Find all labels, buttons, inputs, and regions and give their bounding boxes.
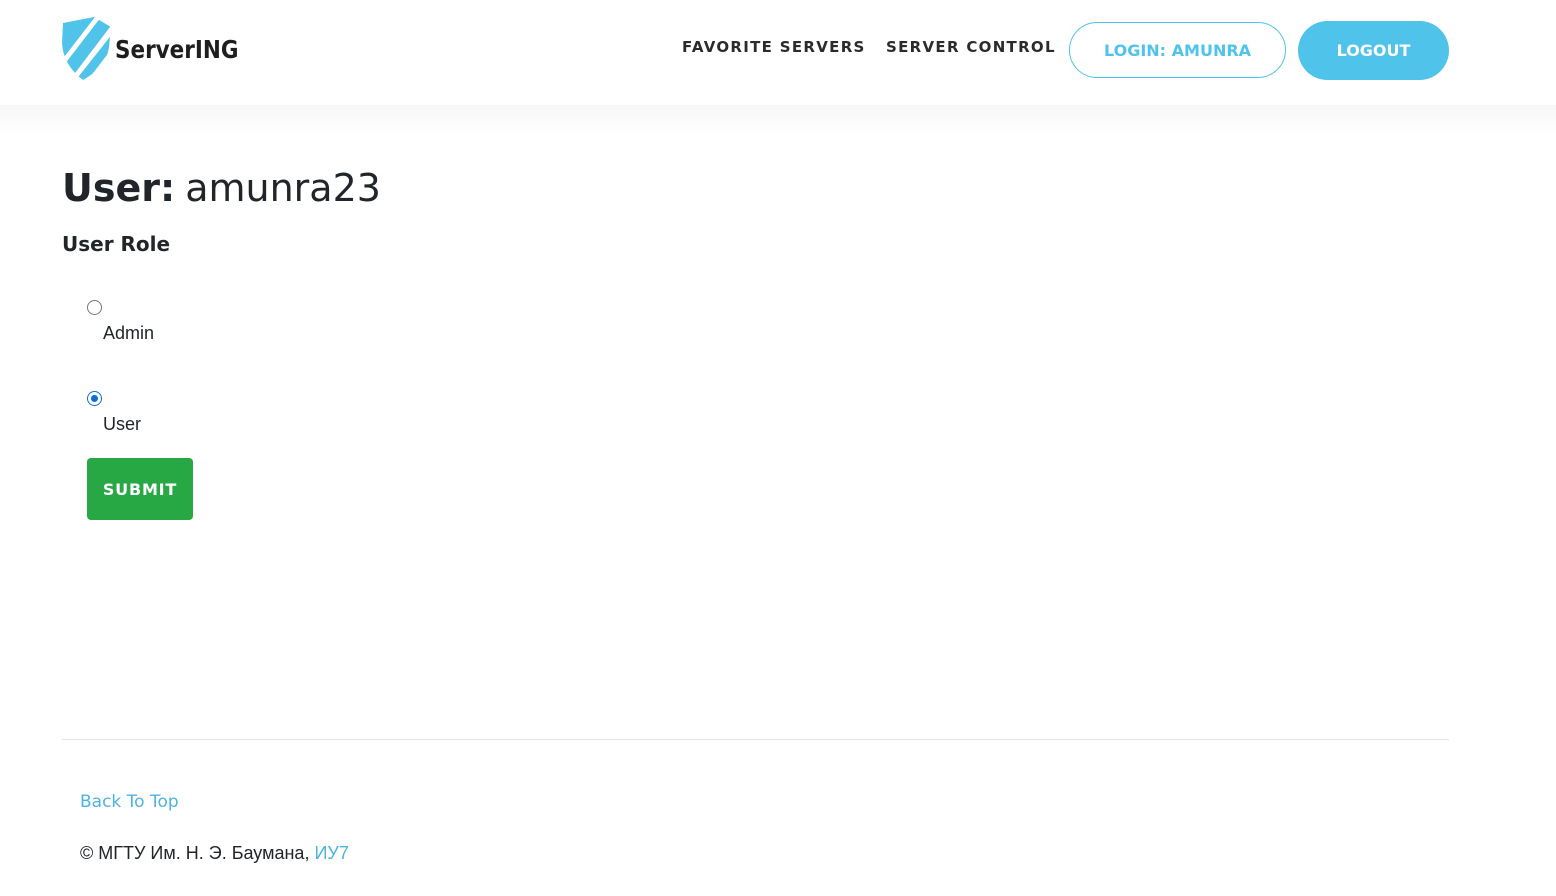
user-role-label: User (103, 414, 142, 434)
admin-role-radio[interactable] (87, 300, 102, 315)
site-header: ServerING FAVORITE SERVERS SERVER CONTRO… (0, 0, 1556, 105)
submit-button[interactable]: SUBMIT (87, 458, 193, 520)
user-role-heading: User Role (62, 232, 171, 256)
shield-icon (62, 17, 111, 80)
back-to-top-link[interactable]: Back To Top (80, 792, 179, 812)
nav-favorite-servers[interactable]: FAVORITE SERVERS (682, 38, 866, 56)
login-button[interactable]: LOGIN: AMUNRA (1069, 22, 1286, 78)
nav-server-control[interactable]: SERVER CONTROL (886, 38, 1056, 56)
footer-divider (62, 739, 1449, 740)
header-shadow (0, 105, 1556, 135)
logout-button[interactable]: LOGOUT (1298, 21, 1449, 80)
copyright: © МГТУ Им. Н. Э. Баумана, ИУ7 (80, 843, 349, 864)
department-link[interactable]: ИУ7 (314, 843, 348, 863)
logo-text: ServerING (115, 34, 239, 64)
copyright-text: © МГТУ Им. Н. Э. Баумана, (80, 843, 315, 863)
page-title-label: User: (62, 166, 176, 210)
user-role-radio[interactable] (87, 391, 102, 406)
site-logo[interactable]: ServerING (61, 17, 259, 81)
page-title: User: amunra23 (62, 163, 381, 213)
page-title-username: amunra23 (185, 166, 381, 210)
admin-role-label: Admin (103, 323, 155, 343)
